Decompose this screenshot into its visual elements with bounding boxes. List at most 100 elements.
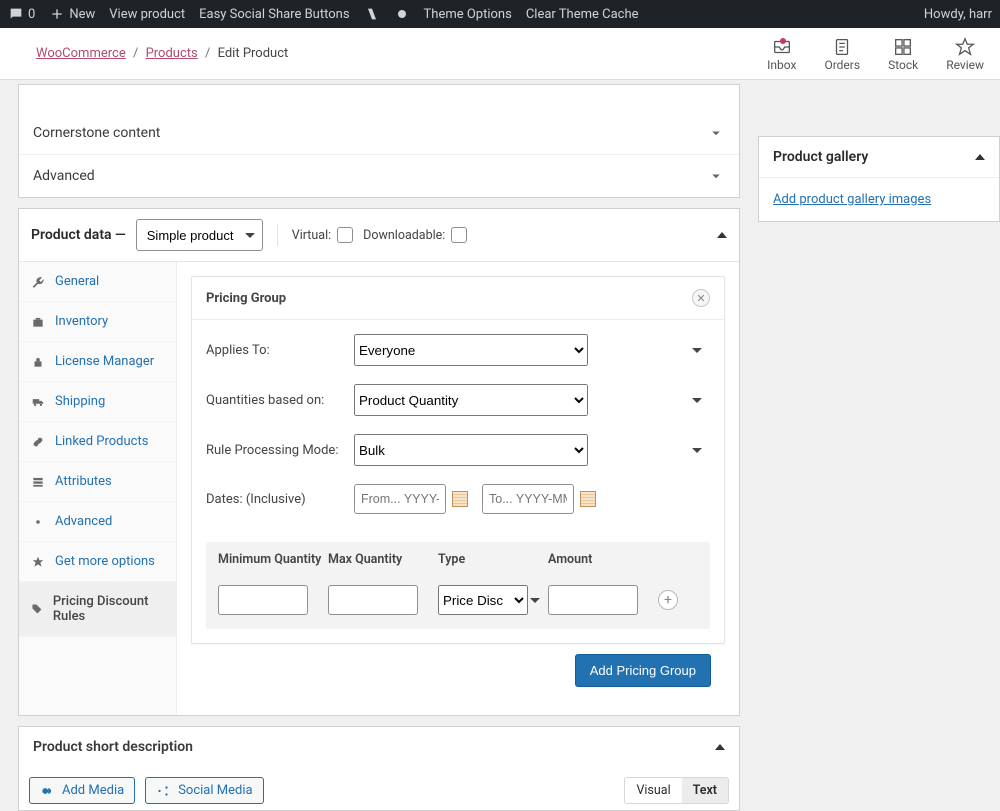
rule-mode-label: Rule Processing Mode:: [206, 443, 354, 458]
editor-tab-text[interactable]: Text: [682, 778, 728, 803]
add-gallery-images-link[interactable]: Add product gallery images: [773, 192, 931, 207]
panel-collapse-toggle[interactable]: [717, 232, 727, 238]
admin-bar-clear-cache[interactable]: Clear Theme Cache: [526, 7, 639, 22]
max-qty-input[interactable]: [328, 585, 418, 615]
product-gallery-title: Product gallery: [773, 149, 868, 165]
tab-pricing-rules[interactable]: Pricing Discount Rules: [19, 582, 176, 637]
yoast-icon: [364, 6, 380, 22]
downloadable-toggle[interactable]: Downloadable:: [363, 227, 467, 243]
metabox-short-description: Product short description Add Media Soci…: [18, 726, 740, 811]
admin-bar-dot[interactable]: [394, 6, 410, 22]
advanced-toggle[interactable]: Advanced: [19, 155, 739, 197]
nav-stock[interactable]: Stock: [888, 36, 918, 72]
date-from-input[interactable]: [354, 484, 446, 514]
admin-bar-view-product[interactable]: View product: [109, 7, 185, 22]
admin-bar-yoast[interactable]: [364, 6, 380, 22]
amount-input[interactable]: [548, 585, 638, 615]
remove-group-button[interactable]: ✕: [692, 289, 710, 307]
downloadable-label: Downloadable:: [363, 228, 445, 243]
applies-to-label: Applies To:: [206, 343, 354, 358]
tier-row: Price Disc +: [206, 577, 710, 629]
pricing-group-card: Pricing Group ✕ Applies To: Everyone Qua…: [191, 276, 725, 644]
tier-type-select[interactable]: Price Disc: [438, 585, 528, 615]
share-icon: [156, 784, 170, 798]
virtual-label: Virtual:: [292, 228, 331, 243]
lock-icon: [31, 355, 45, 369]
nav-reviews-label: Review: [946, 58, 984, 72]
tab-advanced[interactable]: Advanced: [19, 502, 176, 542]
add-pricing-group-button[interactable]: Add Pricing Group: [575, 654, 711, 687]
tab-inventory[interactable]: Inventory: [19, 302, 176, 342]
tab-shipping[interactable]: Shipping: [19, 382, 176, 422]
rule-mode-select[interactable]: Bulk: [354, 434, 588, 466]
pricing-panel: Pricing Group ✕ Applies To: Everyone Qua…: [177, 262, 739, 715]
admin-bar-comments[interactable]: 0: [8, 6, 35, 22]
admin-bar-new-label: New: [69, 7, 95, 22]
chevron-down-icon: [707, 167, 725, 185]
cornerstone-toggle[interactable]: Cornerstone content: [19, 112, 739, 154]
page-header: WooCommerce / Products / Edit Product In…: [0, 28, 1000, 80]
calendar-icon[interactable]: [452, 491, 468, 507]
tab-general[interactable]: General: [19, 262, 176, 302]
breadcrumb-current: Edit Product: [218, 46, 289, 61]
admin-bar-comments-count: 0: [28, 7, 35, 22]
add-media-button[interactable]: Add Media: [29, 777, 135, 804]
wrench-icon: [31, 275, 45, 289]
virtual-checkbox[interactable]: [337, 227, 353, 243]
nav-orders[interactable]: Orders: [824, 36, 860, 72]
admin-bar-howdy[interactable]: Howdy, harr: [924, 7, 992, 22]
stock-icon: [892, 36, 914, 58]
tab-attributes[interactable]: Attributes: [19, 462, 176, 502]
orders-icon: [831, 36, 853, 58]
tag-icon: [31, 602, 43, 616]
media-icon: [40, 784, 54, 798]
advanced-title: Advanced: [33, 168, 95, 184]
th-type: Type: [438, 552, 548, 567]
min-qty-input[interactable]: [218, 585, 308, 615]
admin-bar-theme-options[interactable]: Theme Options: [424, 7, 512, 22]
admin-bar-essb[interactable]: Easy Social Share Buttons: [199, 7, 349, 22]
gear-icon: [31, 515, 45, 529]
short-description-header[interactable]: Product short description: [19, 727, 739, 767]
virtual-toggle[interactable]: Virtual:: [292, 227, 353, 243]
nav-inbox[interactable]: Inbox: [767, 36, 796, 72]
tier-table: Minimum Quantity Max Quantity Type Amoun…: [206, 542, 710, 629]
comment-icon: [8, 6, 24, 22]
circle-icon: [394, 6, 410, 22]
editor-mode-tabs: Visual Text: [624, 777, 729, 804]
th-max: Max Quantity: [328, 552, 438, 567]
cornerstone-title: Cornerstone content: [33, 125, 160, 141]
admin-bar-new[interactable]: New: [49, 6, 95, 22]
date-to-input[interactable]: [482, 484, 574, 514]
breadcrumb-products[interactable]: Products: [146, 46, 198, 61]
product-data-tabs: General Inventory License Manager Shippi…: [19, 262, 177, 715]
metabox-product-data: Product data — Simple product Virtual: D…: [18, 208, 740, 716]
inventory-icon: [31, 315, 45, 329]
plus-icon: [49, 6, 65, 22]
product-type-select[interactable]: Simple product: [136, 219, 263, 251]
admin-bar: 0 New View product Easy Social Share But…: [0, 0, 1000, 28]
editor-tab-visual[interactable]: Visual: [625, 778, 681, 803]
breadcrumb-woocommerce[interactable]: WooCommerce: [36, 46, 126, 61]
nav-stock-label: Stock: [888, 58, 918, 72]
nav-reviews[interactable]: Review: [946, 36, 984, 72]
dates-label: Dates: (Inclusive): [206, 492, 354, 507]
star-icon: [31, 555, 45, 569]
tab-linked[interactable]: Linked Products: [19, 422, 176, 462]
calendar-icon[interactable]: [580, 491, 596, 507]
social-media-button[interactable]: Social Media: [145, 777, 263, 804]
reviews-icon: [954, 36, 976, 58]
panel-collapse-toggle[interactable]: [715, 744, 725, 750]
qty-based-select[interactable]: Product Quantity: [354, 384, 588, 416]
downloadable-checkbox[interactable]: [451, 227, 467, 243]
tab-license[interactable]: License Manager: [19, 342, 176, 382]
applies-to-select[interactable]: Everyone: [354, 334, 588, 366]
tab-getmore[interactable]: Get more options: [19, 542, 176, 582]
add-tier-button[interactable]: +: [658, 590, 678, 610]
attributes-icon: [31, 475, 45, 489]
panel-collapse-toggle[interactable]: [975, 154, 985, 160]
product-data-title: Product data —: [31, 227, 126, 243]
nav-orders-label: Orders: [824, 58, 860, 72]
nav-inbox-label: Inbox: [767, 58, 796, 72]
chevron-down-icon: [707, 124, 725, 142]
